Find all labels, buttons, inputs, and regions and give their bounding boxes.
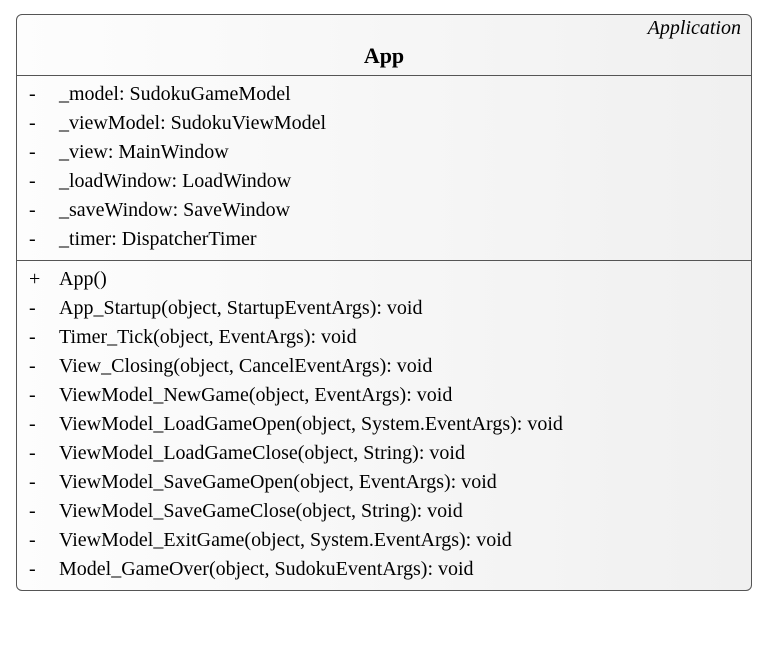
uml-operation-signature: ViewModel_LoadGameOpen(object, System.Ev… [55,410,741,439]
uml-attribute-signature: _saveWindow: SaveWindow [55,196,741,225]
uml-operation-row: - ViewModel_SaveGameClose(object, String… [27,497,741,526]
uml-attribute-row: - _loadWindow: LoadWindow [27,167,741,196]
uml-attribute-signature: _view: MainWindow [55,138,741,167]
uml-operation-signature: ViewModel_SaveGameOpen(object, EventArgs… [55,468,741,497]
uml-operation-signature: App() [55,265,741,294]
uml-operation-signature: Model_GameOver(object, SudokuEventArgs):… [55,555,741,584]
uml-visibility: - [27,225,55,254]
uml-operation-row: + App() [27,265,741,294]
uml-visibility: + [27,265,55,294]
uml-stereotype: Application [648,17,741,40]
uml-attribute-row: - _view: MainWindow [27,138,741,167]
uml-operation-signature: ViewModel_LoadGameClose(object, String):… [55,439,741,468]
uml-visibility: - [27,439,55,468]
uml-operation-row: - ViewModel_ExitGame(object, System.Even… [27,526,741,555]
uml-attribute-row: - _saveWindow: SaveWindow [27,196,741,225]
uml-operation-signature: App_Startup(object, StartupEventArgs): v… [55,294,741,323]
uml-visibility: - [27,294,55,323]
uml-attribute-signature: _timer: DispatcherTimer [55,225,741,254]
uml-class-name: App [27,43,741,69]
uml-attribute-row: - _model: SudokuGameModel [27,80,741,109]
uml-operation-row: - ViewModel_LoadGameClose(object, String… [27,439,741,468]
uml-operation-signature: Timer_Tick(object, EventArgs): void [55,323,741,352]
uml-visibility: - [27,497,55,526]
uml-visibility: - [27,167,55,196]
uml-operation-row: - View_Closing(object, CancelEventArgs):… [27,352,741,381]
uml-visibility: - [27,352,55,381]
uml-attribute-row: - _viewModel: SudokuViewModel [27,109,741,138]
uml-visibility: - [27,468,55,497]
uml-class-box: Application App - _model: SudokuGameMode… [16,14,752,591]
uml-operation-row: - Timer_Tick(object, EventArgs): void [27,323,741,352]
uml-visibility: - [27,555,55,584]
uml-visibility: - [27,323,55,352]
uml-operation-signature: ViewModel_NewGame(object, EventArgs): vo… [55,381,741,410]
uml-attributes: - _model: SudokuGameModel - _viewModel: … [17,76,751,261]
uml-visibility: - [27,381,55,410]
uml-attribute-signature: _viewModel: SudokuViewModel [55,109,741,138]
uml-visibility: - [27,410,55,439]
uml-operation-row: - Model_GameOver(object, SudokuEventArgs… [27,555,741,584]
uml-visibility: - [27,80,55,109]
uml-operation-row: - App_Startup(object, StartupEventArgs):… [27,294,741,323]
uml-attribute-row: - _timer: DispatcherTimer [27,225,741,254]
uml-operation-signature: ViewModel_SaveGameClose(object, String):… [55,497,741,526]
uml-operation-signature: ViewModel_ExitGame(object, System.EventA… [55,526,741,555]
uml-visibility: - [27,138,55,167]
uml-visibility: - [27,196,55,225]
uml-visibility: - [27,526,55,555]
uml-header: Application App [17,15,751,76]
uml-operation-row: - ViewModel_NewGame(object, EventArgs): … [27,381,741,410]
uml-operation-signature: View_Closing(object, CancelEventArgs): v… [55,352,741,381]
uml-attribute-signature: _loadWindow: LoadWindow [55,167,741,196]
uml-operation-row: - ViewModel_LoadGameOpen(object, System.… [27,410,741,439]
uml-operation-row: - ViewModel_SaveGameOpen(object, EventAr… [27,468,741,497]
uml-attribute-signature: _model: SudokuGameModel [55,80,741,109]
uml-operations: + App() - App_Startup(object, StartupEve… [17,261,751,590]
uml-visibility: - [27,109,55,138]
